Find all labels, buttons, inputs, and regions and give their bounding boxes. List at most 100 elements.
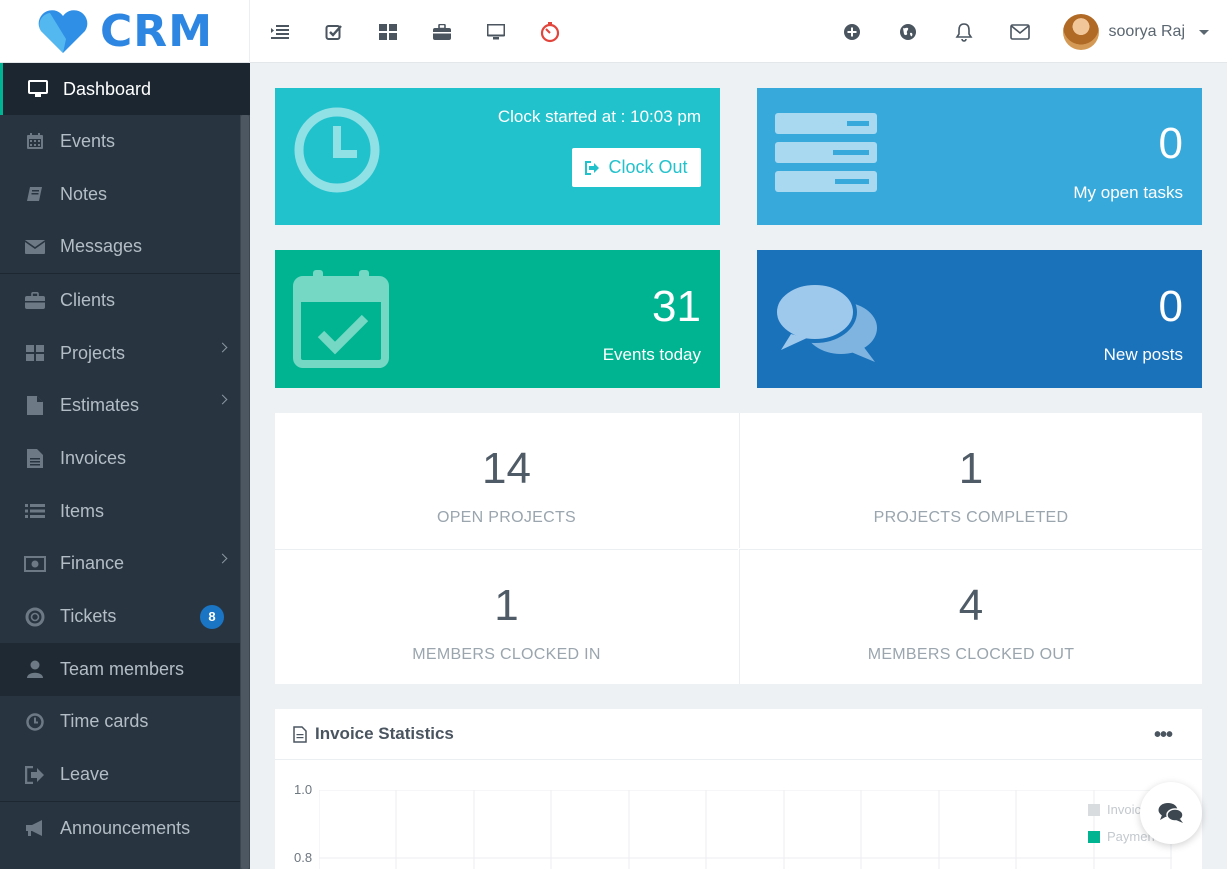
y-tick-label: 0.8	[294, 850, 313, 865]
chat-button[interactable]	[1140, 782, 1202, 844]
file-icon	[24, 396, 46, 416]
stat-value: 4	[958, 581, 984, 630]
sidebar-item-clients[interactable]: Clients	[0, 274, 250, 327]
sidebar-item-dashboard[interactable]: Dashboard	[0, 63, 250, 115]
tickets-count-badge: 8	[200, 604, 224, 629]
timer-icon[interactable]	[537, 19, 563, 45]
sidebar-item-items[interactable]: Items	[0, 485, 250, 538]
file-text-icon	[293, 725, 307, 743]
lifebuoy-icon	[24, 607, 46, 627]
project-stats-panel: 14 OPEN PROJECTS 1 PROJECTS COMPLETED 1 …	[275, 413, 1202, 684]
new-posts-widget[interactable]: 0 New posts	[757, 250, 1202, 388]
open-tasks-label: My open tasks	[1073, 183, 1183, 202]
legend-item-payment[interactable]: Paymen	[1088, 829, 1155, 844]
stat-value: 1	[958, 444, 984, 493]
check-square-icon[interactable]	[321, 19, 347, 45]
comments-icon	[775, 282, 877, 362]
sidebar-item-estimates[interactable]: Estimates	[0, 379, 250, 432]
legend-item-invoice[interactable]: Invoic	[1088, 802, 1141, 817]
tasks-list-icon	[775, 113, 877, 192]
comments-icon	[1158, 803, 1184, 823]
open-tasks-count: 0	[1158, 119, 1183, 168]
topbar-left-icons	[267, 19, 563, 45]
stat-members-clocked-in[interactable]: 1 MEMBERS CLOCKED IN	[275, 549, 738, 684]
sidebar-item-label: Time cards	[60, 711, 149, 732]
clock-icon	[294, 107, 380, 193]
stat-projects-completed[interactable]: 1 PROJECTS COMPLETED	[739, 413, 1202, 548]
card-menu-button[interactable]: •••	[1154, 724, 1173, 747]
desktop-icon[interactable]	[483, 19, 509, 45]
heart-logo-icon	[38, 9, 88, 53]
clock-out-button[interactable]: Clock Out	[572, 148, 701, 187]
bell-icon[interactable]	[951, 19, 977, 45]
sidebar-item-leave[interactable]: Leave	[0, 748, 250, 801]
clock-out-label: Clock Out	[608, 157, 688, 177]
briefcase-icon[interactable]	[429, 19, 455, 45]
indent-icon[interactable]	[267, 19, 293, 45]
book-icon	[24, 185, 46, 203]
grid-icon	[24, 345, 46, 362]
invoice-chart-grid	[319, 790, 1172, 869]
sidebar-item-label: Tickets	[60, 606, 117, 627]
money-icon	[24, 555, 46, 572]
logo-text: CRM	[100, 6, 213, 57]
user-menu[interactable]: soorya Raj	[1062, 14, 1209, 50]
events-today-label: Events today	[602, 345, 701, 364]
sidebar-item-label: Finance	[60, 553, 125, 574]
legend-swatch	[1088, 830, 1100, 843]
card-title: Invoice Statistics	[315, 724, 454, 743]
caret-down-icon	[1199, 29, 1209, 35]
stat-label: MEMBERS CLOCKED OUT	[867, 646, 1075, 663]
logo[interactable]: CRM	[0, 0, 250, 63]
sidebar-item-team-members[interactable]: Team members	[0, 642, 250, 696]
sidebar-item-label: Projects	[60, 342, 126, 363]
topbar-right: soorya Raj	[839, 12, 1227, 52]
sidebar-item-label: Notes	[60, 183, 108, 204]
sidebar-item-label: Invoices	[60, 447, 127, 468]
clock-icon	[24, 713, 46, 731]
sidebar-item-projects[interactable]: Projects	[0, 327, 250, 380]
sidebar-item-events[interactable]: Events	[0, 115, 250, 168]
clock-widget: Clock started at : 10:03 pm Clock Out	[275, 88, 720, 225]
sidebar-item-announcements[interactable]: Announcements	[0, 802, 250, 855]
file-text-icon	[24, 448, 46, 468]
avatar[interactable]	[1062, 14, 1099, 50]
sidebar-item-label: Messages	[60, 236, 143, 257]
stat-value: 1	[494, 581, 519, 630]
sidebar-item-label: Clients	[60, 289, 116, 310]
open-tasks-widget[interactable]: 0 My open tasks	[757, 88, 1202, 225]
scrollbar-thumb[interactable]	[241, 115, 249, 869]
sidebar-item-label: Team members	[60, 658, 185, 679]
sidebar-item-label: Dashboard	[63, 78, 152, 99]
sidebar-item-notes[interactable]: Notes	[0, 168, 250, 221]
sidebar-item-invoices[interactable]: Invoices	[0, 432, 250, 485]
briefcase-icon	[24, 291, 46, 309]
stat-open-projects[interactable]: 14 OPEN PROJECTS	[275, 413, 738, 548]
sidebar-item-time-cards[interactable]: Time cards	[0, 696, 250, 749]
stat-label: MEMBERS CLOCKED IN	[412, 646, 601, 663]
sidebar-item-messages[interactable]: Messages	[0, 220, 250, 273]
top-bar: CRM soorya Raj	[0, 0, 1227, 63]
chevron-right-icon	[217, 553, 228, 563]
sidebar-item-tickets[interactable]: Tickets 8	[0, 590, 250, 643]
chevron-right-icon	[217, 394, 228, 405]
sign-out-icon	[585, 160, 600, 175]
plus-circle-icon[interactable]	[839, 19, 865, 45]
calendar-check-icon	[293, 270, 389, 368]
envelope-icon[interactable]	[1007, 19, 1033, 45]
user-name: soorya Raj	[1108, 23, 1185, 40]
sidebar-item-finance[interactable]: Finance	[0, 538, 250, 591]
sidebar-scrollbar[interactable]	[240, 115, 250, 869]
events-today-widget[interactable]: 31 Events today	[275, 250, 720, 388]
bullhorn-icon	[24, 819, 46, 837]
grid-icon[interactable]	[375, 19, 401, 45]
new-posts-count: 0	[1158, 282, 1183, 331]
sidebar-item-label: Announcements	[60, 817, 191, 838]
events-today-count: 31	[652, 282, 701, 331]
stat-members-clocked-out[interactable]: 4 MEMBERS CLOCKED OUT	[739, 549, 1202, 684]
y-tick-label: 1.0	[294, 782, 313, 797]
globe-icon[interactable]	[895, 19, 921, 45]
clock-started-text: Clock started at : 10:03 pm	[497, 107, 701, 126]
stat-value: 14	[482, 444, 531, 493]
list-icon	[24, 503, 46, 519]
